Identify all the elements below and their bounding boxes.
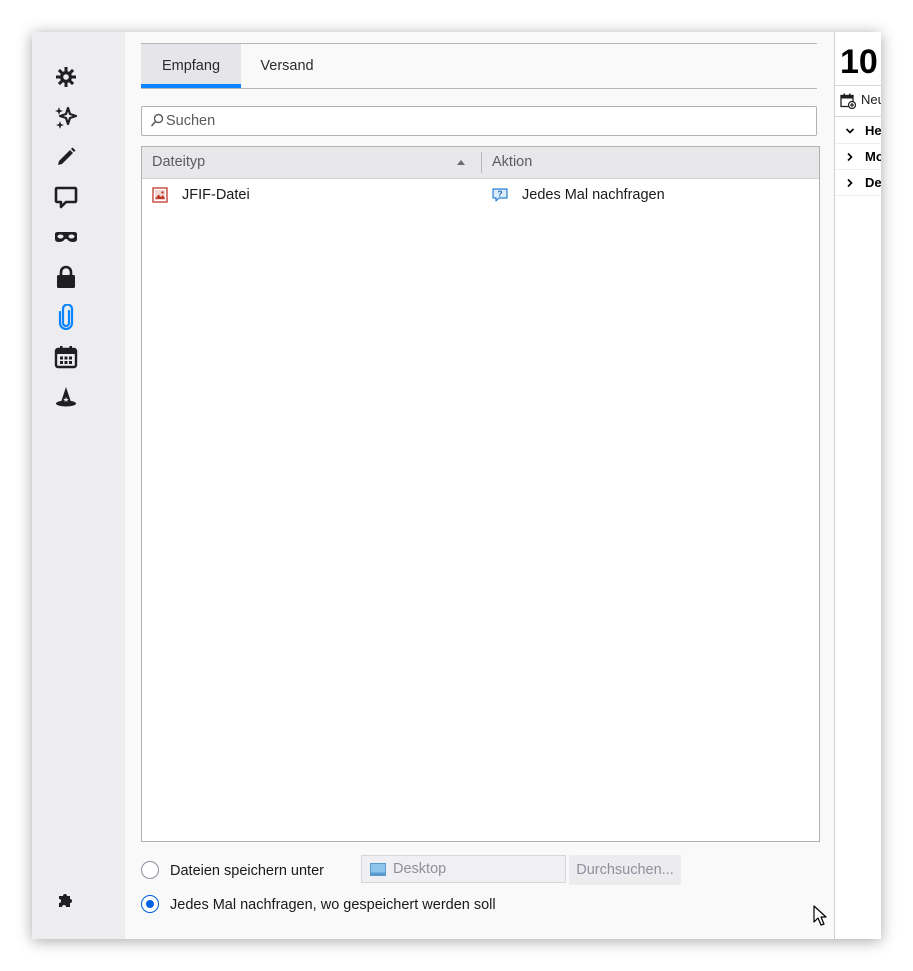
agenda-section-label: De — [865, 175, 881, 190]
svg-text:?: ? — [497, 189, 502, 199]
chevron-right-icon — [847, 178, 853, 188]
wizard-hat-icon[interactable] — [54, 385, 78, 409]
divider — [835, 85, 881, 86]
table-row[interactable]: JFIF-Datei ? Jedes Mal nachfragen — [142, 178, 819, 212]
tab-versand[interactable]: Versand — [241, 44, 333, 88]
ask-label[interactable]: Jedes Mal nachfragen, wo gespeichert wer… — [170, 893, 496, 917]
agenda-section-demnaechst[interactable]: De — [845, 170, 881, 196]
lock-icon[interactable] — [54, 265, 78, 289]
ask-radio[interactable] — [141, 895, 159, 913]
agenda-section-heute[interactable]: He — [845, 118, 881, 144]
paperclip-icon[interactable] — [54, 304, 78, 330]
today-pane: 10 Neu He Mo De — [834, 32, 881, 939]
save-to-radio[interactable] — [141, 861, 159, 879]
puzzle-icon[interactable] — [54, 888, 78, 912]
download-folder-name: Desktop — [393, 861, 447, 877]
categories-sidebar — [32, 32, 125, 939]
search-box — [141, 106, 817, 136]
new-event-label[interactable]: Neu — [861, 92, 881, 107]
column-splitter[interactable] — [481, 152, 482, 173]
mouse-cursor-icon — [813, 905, 829, 930]
question-icon: ? — [492, 187, 508, 203]
content-type-list: Dateityp Aktion JFIF-Datei ? Jedes Mal n… — [141, 146, 820, 842]
column-header-dateityp[interactable]: Dateityp — [152, 147, 472, 178]
search-icon — [150, 113, 164, 132]
pencil-icon[interactable] — [54, 145, 78, 169]
sort-ascending-icon — [457, 160, 465, 165]
divider — [835, 116, 881, 117]
chevron-down-icon — [845, 128, 855, 134]
calendar-icon[interactable] — [54, 345, 78, 369]
tab-bar: Empfang Versand — [141, 44, 817, 89]
agenda-section-label: Mo — [865, 149, 881, 164]
agenda-section-morgen[interactable]: Mo — [845, 144, 881, 170]
attachments-panel: Empfang Versand Dateityp Aktion JFIF-Dat… — [125, 32, 834, 939]
chevron-right-icon — [847, 152, 853, 162]
today-date: 10 — [840, 43, 878, 81]
new-event-icon[interactable] — [840, 93, 857, 112]
action-name: Jedes Mal nachfragen — [522, 187, 665, 203]
divider — [835, 195, 881, 196]
ask-option: Jedes Mal nachfragen, wo gespeichert wer… — [141, 893, 701, 917]
sparkle-icon[interactable] — [54, 105, 78, 129]
chat-icon[interactable] — [54, 185, 78, 209]
download-folder-field[interactable]: Desktop — [361, 855, 566, 883]
gear-icon[interactable] — [54, 65, 78, 89]
column-header-aktion[interactable]: Aktion — [492, 147, 812, 178]
save-to-label[interactable]: Dateien speichern unter — [170, 859, 324, 883]
file-type-name: JFIF-Datei — [182, 187, 250, 203]
agenda-section-label: He — [865, 123, 881, 138]
preferences-window: Empfang Versand Dateityp Aktion JFIF-Dat… — [32, 32, 881, 939]
tab-empfang[interactable]: Empfang — [141, 44, 241, 88]
mask-icon[interactable] — [54, 225, 78, 249]
save-to-option: Dateien speichern unter Desktop Durchsuc… — [141, 855, 701, 885]
image-file-icon — [152, 187, 168, 203]
browse-button[interactable]: Durchsuchen... — [569, 855, 681, 885]
folder-icon — [370, 863, 386, 879]
search-input[interactable] — [166, 107, 806, 135]
list-header: Dateityp Aktion — [142, 147, 819, 179]
